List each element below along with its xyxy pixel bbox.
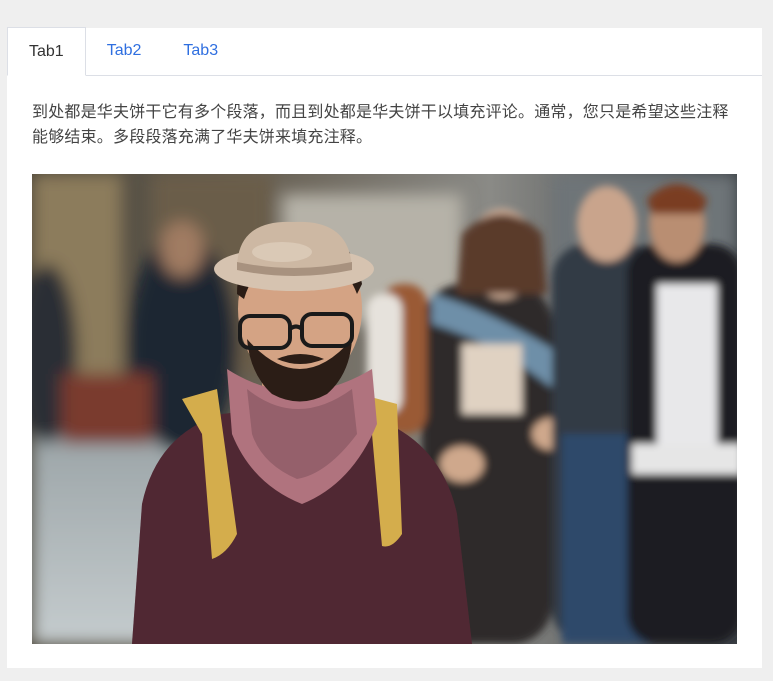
tab-panel-card: Tab1 Tab2 Tab3 到处都是华夫饼干它有多个段落，而且到处都是华夫饼干… — [7, 27, 762, 668]
street-photo — [32, 174, 737, 644]
tab-3[interactable]: Tab3 — [162, 27, 239, 75]
content-paragraph: 到处都是华夫饼干它有多个段落，而且到处都是华夫饼干以填充评论。通常，您只是希望这… — [32, 104, 729, 146]
tab-bar: Tab1 Tab2 Tab3 — [7, 27, 762, 76]
street-photo-illustration — [32, 174, 737, 644]
tab-content: 到处都是华夫饼干它有多个段落，而且到处都是华夫饼干以填充评论。通常，您只是希望这… — [32, 76, 737, 644]
tab-1[interactable]: Tab1 — [7, 27, 86, 76]
tab-2[interactable]: Tab2 — [86, 27, 163, 75]
